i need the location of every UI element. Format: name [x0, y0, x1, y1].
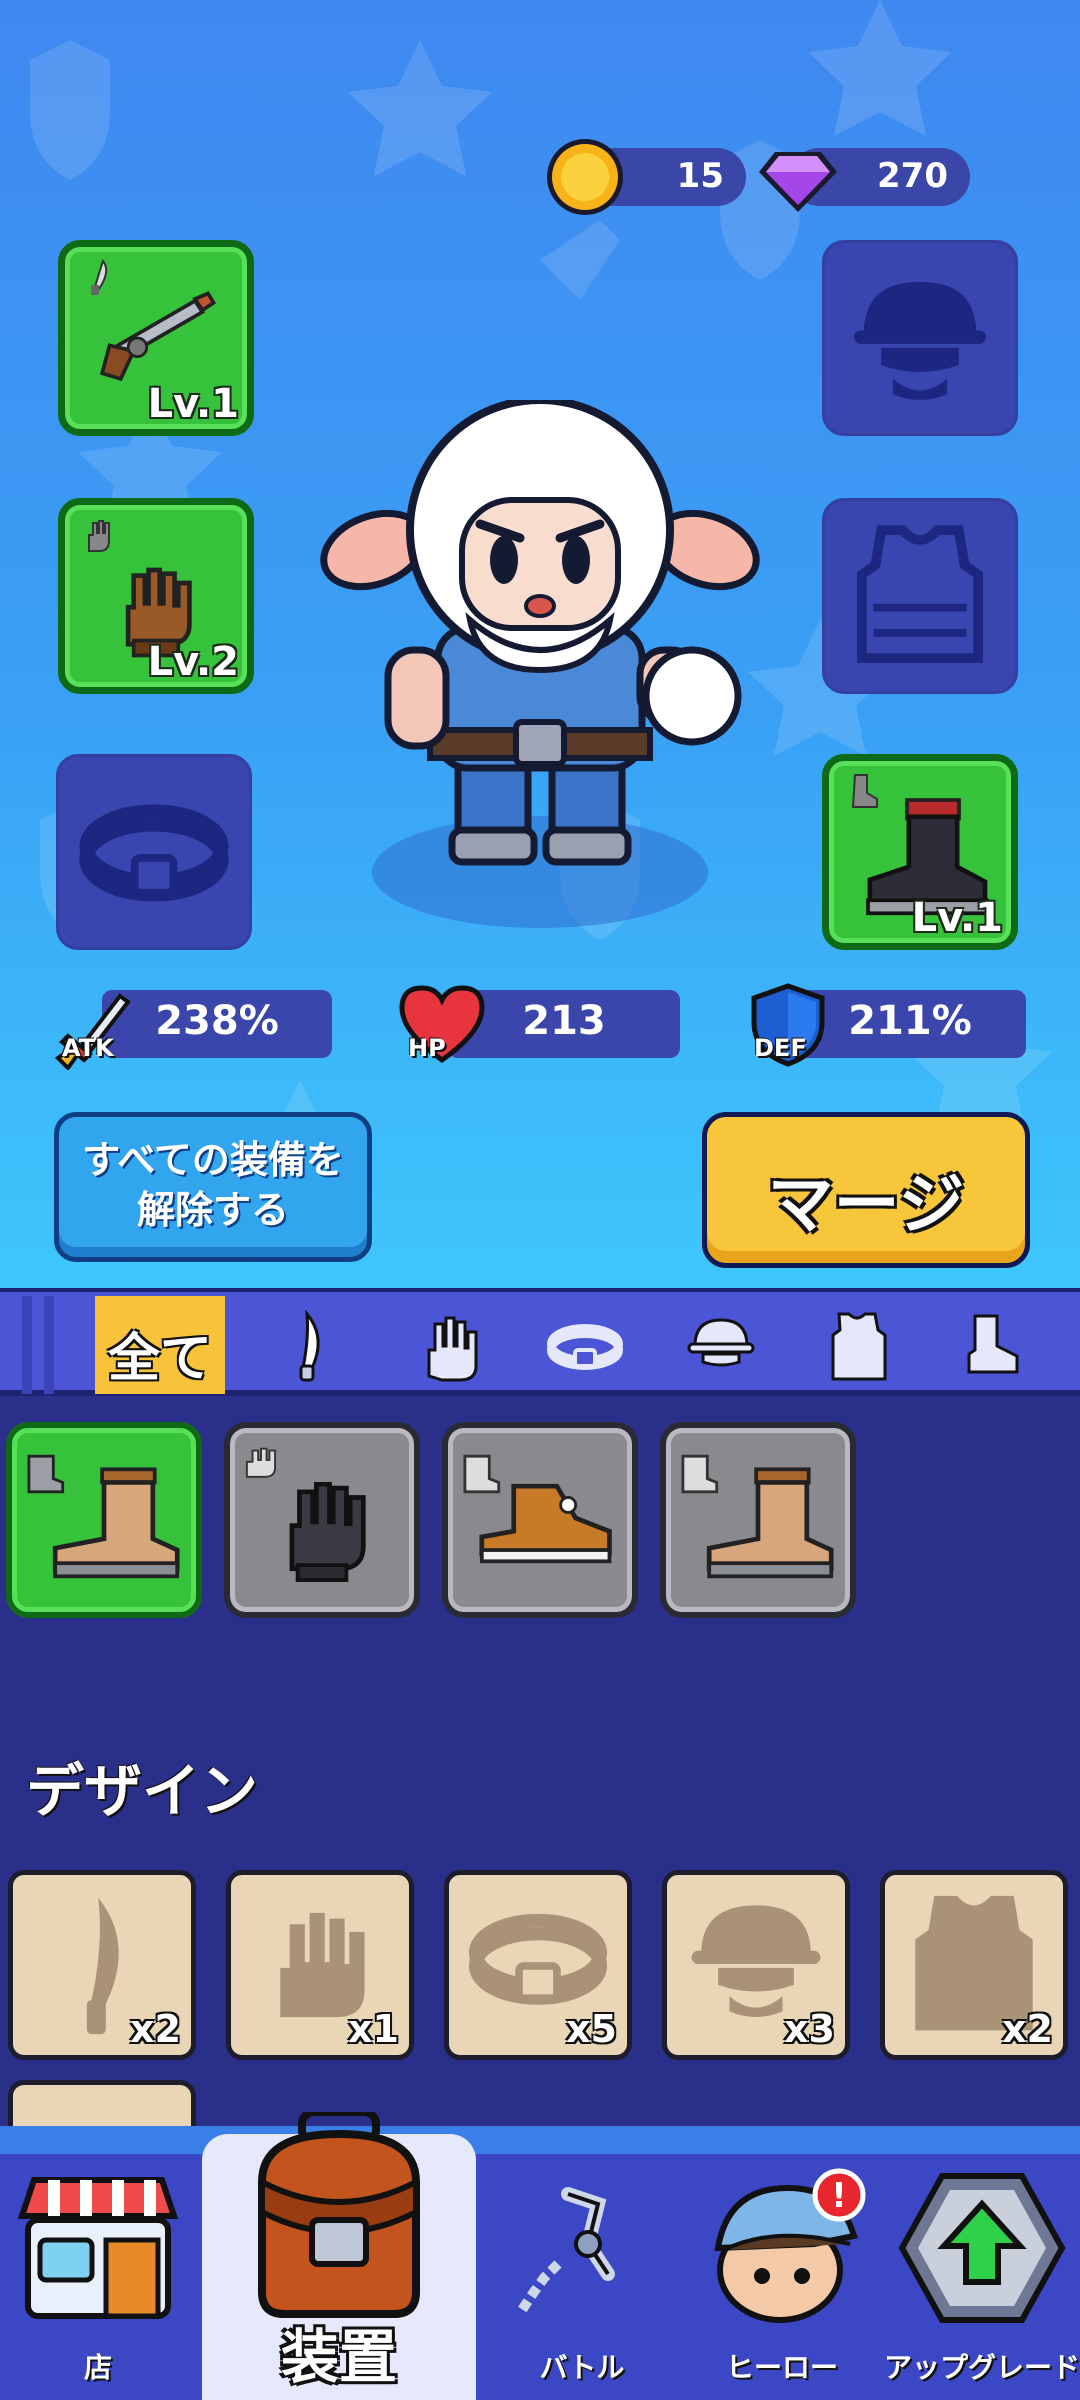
tab-all-label: 全て: [107, 1329, 212, 1389]
merge-button[interactable]: マージ: [702, 1112, 1030, 1268]
design-card[interactable]: x5: [444, 1870, 632, 2060]
atk-stat: ATK 238%: [54, 990, 332, 1070]
tab-boots[interactable]: [928, 1296, 1058, 1394]
hp-value: 213: [522, 998, 606, 1044]
design-card[interactable]: x2: [8, 1870, 196, 2060]
boot-icon: [967, 1314, 1019, 1374]
vest-icon: [856, 525, 984, 663]
design-count: x3: [784, 2007, 835, 2051]
tab-helmet[interactable]: [656, 1296, 786, 1394]
notification-badge: !: [812, 2168, 866, 2222]
category-filter-bar: 全て: [0, 1288, 1080, 1396]
hp-label: HP: [408, 1034, 446, 1062]
nav-hero-label: ヒーロー: [725, 2351, 838, 2384]
nav-battle[interactable]: バトル: [484, 2154, 680, 2400]
tab-all[interactable]: 全て: [95, 1296, 225, 1394]
nav-equipment[interactable]: 装置: [202, 2112, 476, 2400]
tab-weapon[interactable]: [248, 1296, 378, 1394]
sheep-hero-character[interactable]: [320, 400, 760, 940]
glove-icon: [427, 1316, 478, 1382]
backpack-icon: [258, 2112, 420, 2318]
design-count: x2: [130, 2007, 181, 2051]
helmet-icon: [687, 1318, 755, 1367]
design-card[interactable]: x3: [662, 1870, 850, 2060]
tab-gloves[interactable]: [384, 1296, 514, 1394]
character-panel: 15 270 Lv.1 Lv.2 Lv.1 ATK 238% HP 213 DE…: [0, 0, 1080, 1288]
inventory-item[interactable]: [660, 1422, 856, 1618]
filter-divider: [22, 1296, 32, 1394]
shop-icon: [17, 2177, 179, 2319]
tab-vest[interactable]: [792, 1296, 922, 1394]
def-value: 211%: [848, 998, 972, 1044]
inventory-item[interactable]: [224, 1422, 420, 1618]
knife-icon: [299, 1309, 320, 1382]
inventory-panel: デザイン x2 x1 x5 x3 x2: [0, 1396, 1080, 2160]
design-section-title: デザイン: [26, 1757, 259, 1825]
belt-icon: [79, 804, 229, 902]
brown-boots-icon: [681, 1454, 834, 1579]
inventory-item[interactable]: [6, 1422, 202, 1618]
nav-equipment-label: 装置: [280, 2323, 397, 2391]
nav-battle-label: バトル: [539, 2351, 625, 2384]
vest-slot[interactable]: [822, 498, 1018, 694]
belt-slot[interactable]: [56, 754, 252, 950]
tab-belt[interactable]: [520, 1296, 650, 1394]
nav-shop[interactable]: 店: [0, 2154, 196, 2400]
gem-count: 270: [877, 156, 948, 196]
notification-badge-text: !: [831, 2176, 847, 2216]
unequip-line2: 解除する: [136, 1188, 289, 1232]
sneaker-icon: [463, 1454, 612, 1564]
weapon-slot[interactable]: Lv.1: [58, 240, 254, 436]
coin-icon: [547, 139, 623, 215]
gem-counter[interactable]: 270: [759, 148, 970, 212]
boots-level: Lv.1: [911, 895, 1003, 941]
grappling-hook-icon: [517, 2187, 615, 2313]
design-card[interactable]: x1: [226, 1870, 414, 2060]
helmet-slot[interactable]: [822, 240, 1018, 436]
upgrade-arrow-icon: [898, 2173, 1066, 2323]
filter-divider: [44, 1296, 54, 1394]
gloves-slot[interactable]: Lv.2: [58, 498, 254, 694]
vest-icon: [831, 1312, 887, 1381]
design-count: x1: [348, 2007, 399, 2051]
unequip-line1: すべての装備を: [82, 1138, 344, 1182]
unequip-all-button[interactable]: すべての装備を 解除する: [54, 1112, 372, 1262]
nav-hero[interactable]: ! ヒーロー: [684, 2154, 880, 2400]
atk-value: 238%: [155, 998, 279, 1044]
brown-boots-icon: [27, 1454, 180, 1579]
design-count: x5: [566, 2007, 617, 2051]
merge-label: マージ: [767, 1166, 965, 1243]
black-glove-icon: [245, 1447, 366, 1582]
gloves-level: Lv.2: [147, 639, 239, 685]
inventory-item[interactable]: [442, 1422, 638, 1618]
belt-icon: [547, 1324, 623, 1370]
design-count: x2: [1002, 2007, 1053, 2051]
gem-icon: [759, 152, 837, 212]
hp-stat: HP 213: [399, 985, 680, 1064]
coin-count: 15: [676, 156, 724, 196]
boots-slot[interactable]: Lv.1: [822, 754, 1018, 950]
weapon-level: Lv.1: [147, 381, 239, 427]
nav-upgrade[interactable]: アップグレード: [884, 2154, 1080, 2400]
coin-counter[interactable]: 15: [547, 139, 746, 215]
bottom-navigation: 店 装置 バトル ! ヒーロー アップグレード: [0, 2112, 1080, 2400]
nav-top-strip: [0, 2126, 1080, 2154]
nav-upgrade-label: アップグレード: [884, 2351, 1080, 2384]
def-stat: DEF 211%: [751, 983, 1026, 1067]
nav-shop-label: 店: [83, 2351, 112, 2384]
design-card[interactable]: x2: [880, 1870, 1068, 2060]
helmet-icon: [854, 281, 986, 401]
